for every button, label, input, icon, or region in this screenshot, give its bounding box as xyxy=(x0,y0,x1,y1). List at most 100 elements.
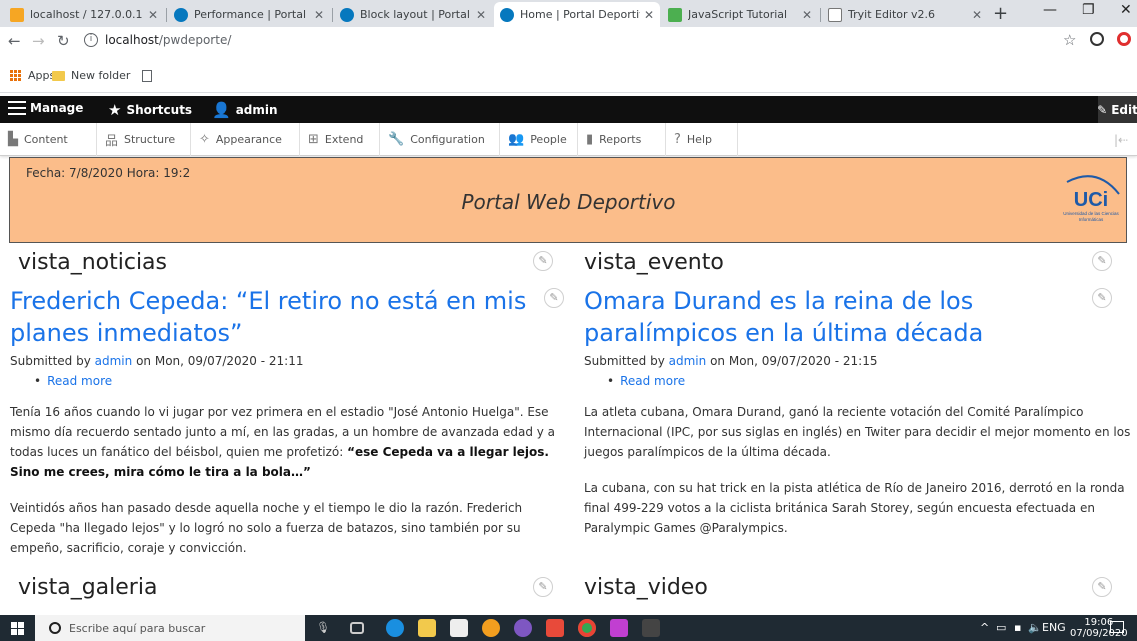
logo-subtitle: Informáticas xyxy=(1079,217,1104,222)
tray-item-reports[interactable]: ▮ Reports xyxy=(578,123,666,156)
logo-subtitle: Universidad de las Ciencias xyxy=(1063,211,1119,216)
chevron-up-icon[interactable]: ^ xyxy=(980,621,989,634)
tab-home[interactable]: Home | Portal Deportiv ✕ xyxy=(494,2,660,27)
article-title-cepeda[interactable]: Frederich Cepeda: “El retiro no está en … xyxy=(10,285,526,349)
language-indicator[interactable]: ENG xyxy=(1042,621,1066,634)
folder-icon xyxy=(52,70,65,81)
microphone-icon[interactable]: 🎙 xyxy=(316,621,330,634)
tab-title: Block layout | Portal De xyxy=(360,8,472,21)
edge-icon[interactable] xyxy=(386,619,404,637)
minimize-button[interactable]: — xyxy=(1043,2,1057,18)
apps-icon xyxy=(10,69,22,82)
notifications-icon[interactable] xyxy=(1110,621,1124,633)
shortcuts-button[interactable]: ★ Shortcuts xyxy=(108,101,192,119)
close-icon[interactable]: ✕ xyxy=(476,8,486,22)
battery-icon[interactable]: ▪ xyxy=(1014,621,1021,634)
tray-item-content[interactable]: ▙ Content xyxy=(0,123,97,156)
xampp-icon[interactable] xyxy=(482,619,500,637)
profile-icon[interactable] xyxy=(1090,32,1104,46)
post-date: on Mon, 09/07/2020 - 21:15 xyxy=(710,354,878,368)
info-icon[interactable]: i xyxy=(84,33,98,47)
drupal-icon xyxy=(174,7,188,22)
app-icon[interactable] xyxy=(642,619,660,637)
help-icon: ? xyxy=(674,132,681,147)
new-tab-button[interactable]: + xyxy=(993,3,1008,24)
close-icon[interactable]: ✕ xyxy=(148,8,158,22)
w3schools-icon xyxy=(668,7,682,22)
tray-item-help[interactable]: ? Help xyxy=(666,123,738,156)
close-icon[interactable]: ✕ xyxy=(314,8,324,22)
contextual-edit-icon[interactable]: ✎ xyxy=(1092,288,1112,308)
contextual-edit-icon[interactable]: ✎ xyxy=(1092,577,1112,597)
tab-tryit-editor[interactable]: Tryit Editor v2.6 ✕ xyxy=(822,2,988,27)
block-title-evento: vista_evento xyxy=(584,250,724,275)
tray-item-configuration[interactable]: 🔧 Configuration xyxy=(380,123,500,156)
opera-extension-icon[interactable] xyxy=(1117,32,1131,46)
pencil-icon: ✎ xyxy=(1097,102,1108,117)
restore-button[interactable]: ❐ xyxy=(1082,2,1095,18)
tab-javascript-tutorial[interactable]: JavaScript Tutorial ✕ xyxy=(662,2,818,27)
article-paragraph: Veintidós años han pasado desde aquella … xyxy=(10,501,523,555)
tray-item-people[interactable]: 👥 People xyxy=(500,123,578,156)
contextual-edit-icon[interactable]: ✎ xyxy=(544,288,564,308)
url-field[interactable]: localhost/pwdeporte/ xyxy=(105,33,231,47)
app-icon[interactable] xyxy=(546,619,564,637)
task-view-icon[interactable] xyxy=(350,622,364,634)
volume-icon[interactable]: 🔈 xyxy=(1028,621,1042,634)
tray-label: Reports xyxy=(599,133,642,146)
bookmark-star-icon[interactable]: ☆ xyxy=(1063,31,1076,49)
close-icon[interactable]: ✕ xyxy=(802,8,812,22)
back-button[interactable]: ← xyxy=(8,32,21,50)
tray-label: Configuration xyxy=(410,133,485,146)
app-icon[interactable] xyxy=(514,619,532,637)
reload-button[interactable]: ↻ xyxy=(57,32,70,50)
contextual-edit-icon[interactable]: ✎ xyxy=(1092,251,1112,271)
file-explorer-icon[interactable] xyxy=(418,619,436,637)
user-button[interactable]: 👤 admin xyxy=(212,101,278,119)
drupal-admin-toolbar: Manage ★ Shortcuts 👤 admin ✎ Edit xyxy=(0,96,1137,123)
read-more-link[interactable]: Read more xyxy=(620,374,685,388)
network-icon[interactable]: ▭ xyxy=(996,621,1006,634)
window-close-button[interactable]: ✕ xyxy=(1120,2,1132,18)
phpmyadmin-icon xyxy=(10,7,24,22)
close-icon[interactable]: ✕ xyxy=(644,8,654,22)
manage-button[interactable]: Manage xyxy=(8,101,83,115)
close-icon[interactable]: ✕ xyxy=(972,8,982,22)
drupal-icon xyxy=(500,7,514,22)
contextual-edit-icon[interactable]: ✎ xyxy=(533,577,553,597)
read-more-item: Read more xyxy=(607,374,685,388)
title-line: paralímpicos en la última década xyxy=(584,319,984,347)
phpstorm-icon[interactable] xyxy=(610,619,628,637)
tray-label: Structure xyxy=(124,133,176,146)
tab-title: Tryit Editor v2.6 xyxy=(848,8,936,21)
tray-item-structure[interactable]: 品 Structure xyxy=(97,123,191,156)
author-link[interactable]: admin xyxy=(95,354,133,368)
block-title-video: vista_video xyxy=(584,575,708,600)
document-icon: ▙ xyxy=(8,132,18,147)
chrome-icon[interactable] xyxy=(578,619,596,637)
edit-button[interactable]: ✎ Edit xyxy=(1097,96,1137,123)
tray-orientation-icon[interactable]: |⇠ xyxy=(1114,133,1128,147)
tab-phpmyadmin[interactable]: localhost / 127.0.0.1 / d ✕ xyxy=(4,2,164,27)
tab-block-layout[interactable]: Block layout | Portal De ✕ xyxy=(334,2,492,27)
uci-logo[interactable]: UCi Universidad de las Ciencias Informát… xyxy=(1057,168,1121,232)
screen: localhost / 127.0.0.1 / d ✕ Performance … xyxy=(0,0,1137,641)
cortana-icon xyxy=(49,622,61,634)
tray-item-extend[interactable]: ⊞ Extend xyxy=(300,123,380,156)
forward-button[interactable]: → xyxy=(32,32,45,50)
page-icon[interactable] xyxy=(142,69,153,82)
url-host: localhost xyxy=(105,33,159,47)
bookmark-apps[interactable]: Apps xyxy=(10,69,55,82)
windows-start-icon[interactable] xyxy=(11,622,24,635)
tray-item-appearance[interactable]: ✧ Appearance xyxy=(191,123,300,156)
author-link[interactable]: admin xyxy=(669,354,707,368)
read-more-link[interactable]: Read more xyxy=(47,374,112,388)
bookmark-new-folder[interactable]: New folder xyxy=(52,69,153,82)
block-title-noticias: vista_noticias xyxy=(18,250,167,275)
store-icon[interactable] xyxy=(450,619,468,637)
tab-performance[interactable]: Performance | Portal De ✕ xyxy=(168,2,330,27)
contextual-edit-icon[interactable]: ✎ xyxy=(533,251,553,271)
star-icon: ★ xyxy=(108,101,122,119)
article-title-omara[interactable]: Omara Durand es la reina de los paralímpi… xyxy=(584,285,983,349)
taskbar-search[interactable]: Escribe aquí para buscar xyxy=(35,615,305,641)
